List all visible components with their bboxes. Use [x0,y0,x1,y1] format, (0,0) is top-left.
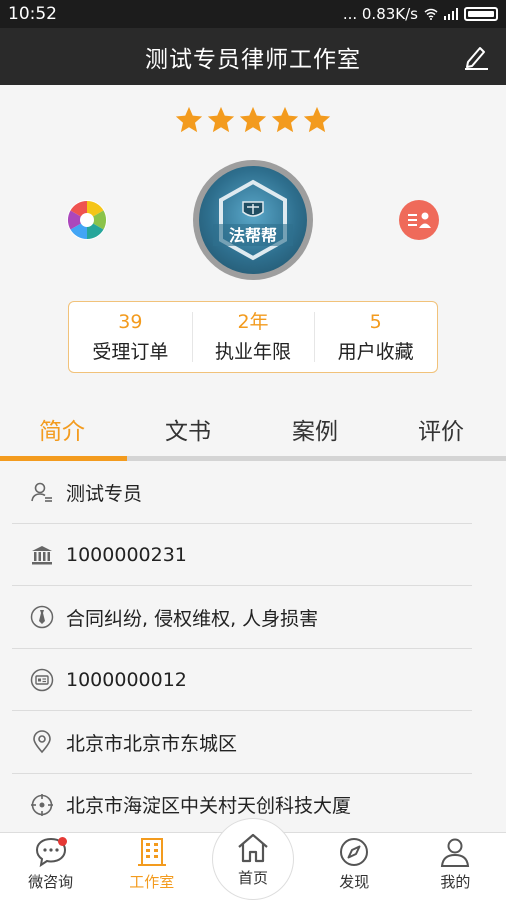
avatar-image: 法帮帮 [199,166,307,274]
tab-bar: 简介 文书 案例 评价 [0,398,506,462]
address: 北京市海淀区中关村天创科技大厦 [66,795,352,818]
battery-icon [464,7,498,21]
notification-badge [58,837,67,846]
status-time: 10:52 [8,4,57,24]
stat-value: 2年 [237,311,269,333]
nav-studio[interactable]: 工作室 [101,833,202,900]
stat-orders[interactable]: 39 受理订单 [69,302,192,372]
star-icon [239,106,267,133]
nav-label: 工作室 [129,873,175,891]
stats-panel: 39 受理订单 2年 执业年限 5 用户收藏 [68,301,438,373]
practice-areas: 合同纠纷, 侵权维权, 人身损害 [66,607,319,630]
stat-value: 5 [369,311,382,333]
list-item: 1000000012 [0,649,506,712]
stat-label: 执业年限 [215,341,292,363]
list-item: 合同纠纷, 侵权维权, 人身损害 [0,586,506,649]
firm-number: 1000000231 [66,543,187,566]
id-card-icon [30,668,54,691]
institution-icon [32,545,52,565]
stat-label: 用户收藏 [337,341,414,363]
nav-label: 发现 [339,873,370,891]
stat-years[interactable]: 2年 执业年限 [191,302,315,372]
stat-value: 39 [118,311,143,333]
star-icon [207,106,235,133]
network-speed: ... 0.83K/s [342,5,418,23]
wifi-icon [424,8,438,20]
stat-favorites[interactable]: 5 用户收藏 [314,302,437,372]
edit-icon[interactable] [462,42,490,70]
nav-home[interactable]: 首页 [212,818,294,900]
nav-label: 我的 [440,873,471,891]
stat-label: 受理订单 [92,341,169,363]
avatar-logo-text: 法帮帮 [229,226,277,245]
location-pin-icon [33,730,51,754]
star-icon [271,106,299,133]
nav-label: 首页 [237,868,268,887]
region: 北京市北京市东城区 [66,732,238,755]
list-item: 1000000231 [0,524,506,587]
law-logo-icon: 法帮帮 [213,179,293,261]
crosshair-icon [31,793,53,816]
tab-reviews[interactable]: 评价 [418,412,464,446]
compass-icon [340,838,369,866]
app-root: 10:52 ... 0.83K/s 测试专员律师工作室 法帮帮 39 受理订单 … [0,0,506,900]
title-bar: 测试专员律师工作室 [0,28,506,85]
user-icon [441,838,470,867]
license-number: 1000000012 [66,668,187,691]
star-icon [303,106,331,133]
signal-icon [444,8,458,20]
star-rating [0,105,506,135]
page-title: 测试专员律师工作室 [145,46,361,73]
avatar[interactable]: 法帮帮 [193,160,313,280]
lawyer-name: 测试专员 [66,482,143,505]
tab-documents[interactable]: 文书 [165,412,211,446]
nav-label: 微咨询 [28,873,74,891]
nav-discover[interactable]: 发现 [304,833,405,900]
building-icon [137,838,166,866]
info-list: 测试专员 1000000231 合同纠纷, 侵权维权, 人身损害 1000000… [0,461,506,836]
list-item: 测试专员 [0,461,506,524]
tie-icon [30,606,54,629]
nav-mine[interactable]: 我的 [405,833,506,900]
person-icon [31,482,52,503]
status-bar: 10:52 ... 0.83K/s [0,0,506,28]
tab-intro[interactable]: 简介 [39,412,85,446]
status-icons: ... 0.83K/s [343,5,498,23]
list-item: 北京市北京市东城区 [0,711,506,774]
contact-card-icon[interactable] [398,199,440,241]
home-icon [238,833,268,862]
photo-aperture-icon[interactable] [66,199,108,241]
star-icon [175,106,203,133]
nav-consult[interactable]: 微咨询 [0,833,101,900]
tab-cases[interactable]: 案例 [292,412,338,446]
